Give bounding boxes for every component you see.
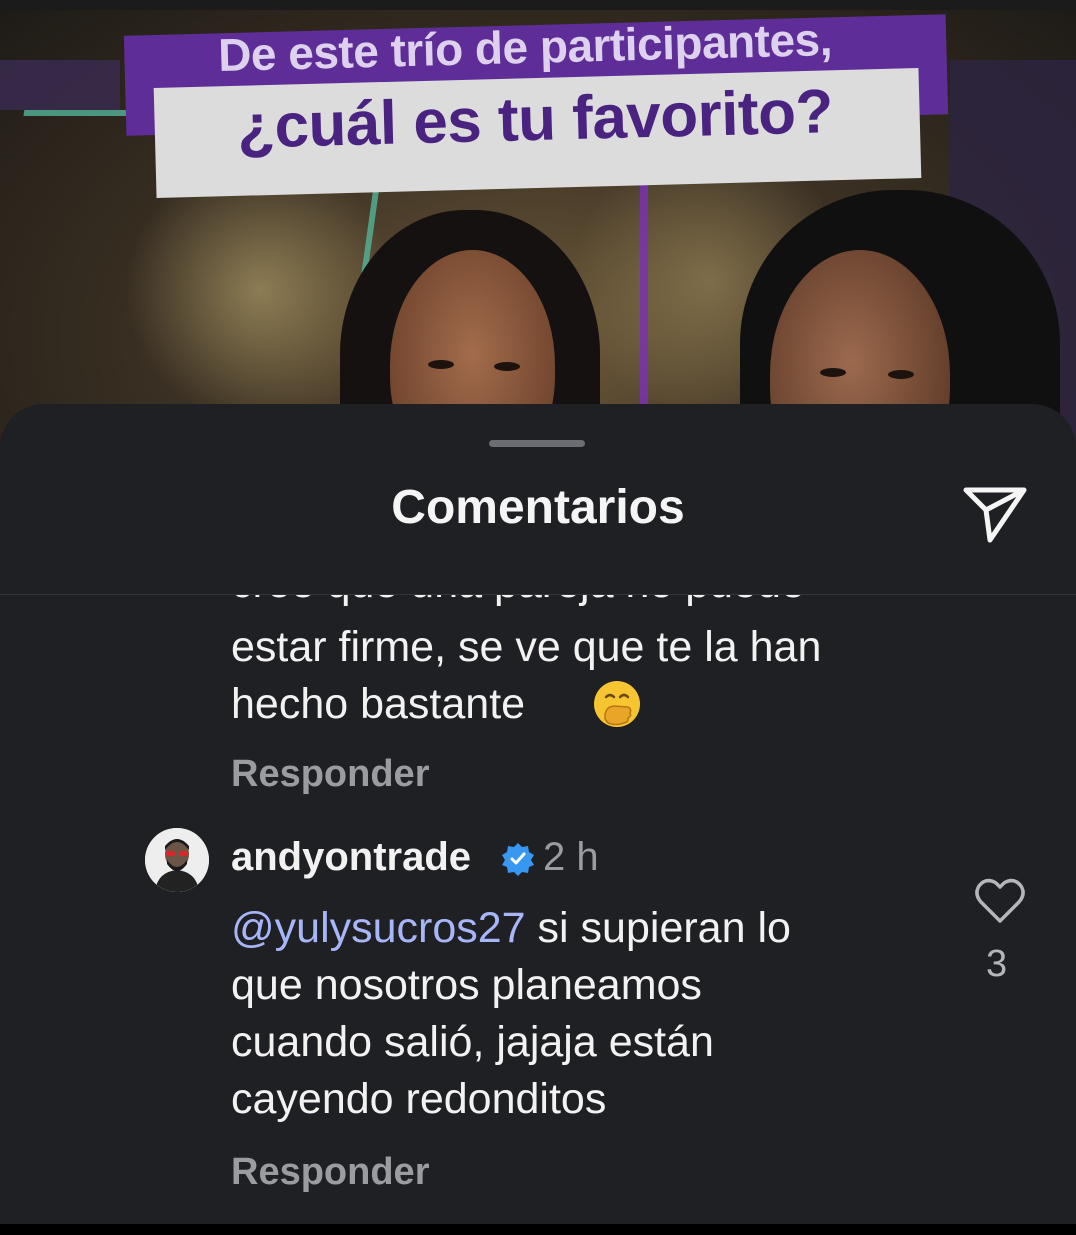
comment-timestamp: 2 h (543, 835, 599, 879)
reply-button[interactable]: Responder (231, 1151, 429, 1194)
like-heart-icon[interactable] (974, 877, 1026, 925)
background-frame (0, 60, 120, 110)
sheet-drag-handle[interactable] (489, 440, 585, 447)
verified-badge-icon (502, 843, 534, 876)
like-count: 3 (986, 943, 1008, 985)
comment-text: @yulysucros27 si supieran lo que nosotro… (231, 904, 791, 1123)
share-icon[interactable] (960, 476, 1030, 546)
comments-list[interactable]: cree que una pareja no puede estar firme… (0, 595, 1076, 1235)
sheet-title: Comentarios (391, 481, 685, 534)
mention-link[interactable]: @yulysucros27 (231, 904, 526, 952)
comment-username[interactable]: andyontrade (231, 835, 471, 880)
face-with-hand-over-mouth-icon (594, 681, 640, 727)
avatar[interactable] (145, 828, 209, 892)
comment-text: estar firme, se ve que te la han hecho b… (231, 623, 822, 728)
status-strip (0, 0, 1076, 10)
reply-button[interactable]: Responder (231, 753, 429, 796)
comment-text-cut: cree que una pareja no puede (231, 595, 805, 612)
comments-sheet: Comentarios cree que una pareja no puede… (0, 404, 1076, 1224)
